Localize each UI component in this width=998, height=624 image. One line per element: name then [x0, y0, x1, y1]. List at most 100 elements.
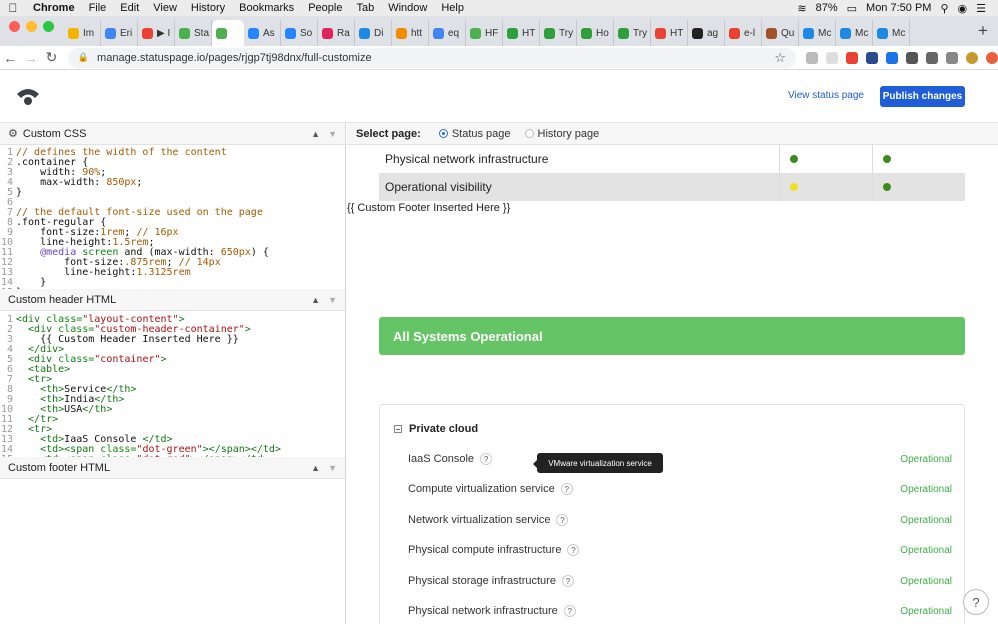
chevron-up-icon[interactable]: ▲ [311, 129, 320, 139]
radio-selected-icon[interactable] [438, 129, 448, 138]
wifi-icon[interactable]: ≋ [797, 2, 806, 15]
profile-avatar-icon[interactable] [966, 51, 978, 64]
clock[interactable]: Mon 7:50 PM [866, 2, 931, 14]
devtools-extension-icon[interactable] [866, 51, 878, 64]
camera-extension-icon[interactable] [806, 51, 818, 64]
close-window-button[interactable] [9, 21, 20, 32]
menu-bookmarks[interactable]: Bookmarks [232, 2, 301, 14]
browser-tab[interactable]: Mc [836, 20, 873, 46]
component-name: Network virtualization service [408, 514, 551, 526]
bookmark-star-icon[interactable]: ☆ [774, 50, 786, 66]
browser-tab[interactable]: Di [355, 20, 392, 46]
new-tab-button[interactable]: + [968, 21, 998, 41]
forward-arrow-icon[interactable]: → [21, 50, 42, 66]
custom-css-panel-header[interactable]: ⚙ Custom CSS ▲ ▼ [0, 123, 345, 145]
history-page-radio[interactable]: History page [524, 128, 600, 140]
custom-footer-panel-header[interactable]: Custom footer HTML ▲ ▼ [0, 457, 345, 479]
browser-tab[interactable]: ag [688, 20, 725, 46]
chevron-up-icon[interactable]: ▲ [311, 295, 320, 305]
browser-tab[interactable]: HT [503, 20, 540, 46]
browser-tab[interactable]: So [281, 20, 318, 46]
help-question-icon[interactable]: ? [567, 544, 580, 556]
browser-tab[interactable]: e-l [725, 20, 762, 46]
code-line[interactable]: 4 max-width: 850px; [0, 178, 345, 188]
code-line[interactable]: 13 line-height: 1.3125rem [0, 268, 345, 278]
custom-css-editor[interactable]: 1// defines the width of the content 2 .co… [0, 145, 345, 290]
code-line[interactable]: 14 } [0, 278, 345, 288]
puzzle-extensions-icon[interactable] [906, 51, 918, 64]
browser-tab[interactable]: Ho [577, 20, 614, 46]
browser-tab[interactable]: Im [64, 20, 101, 46]
component-group-header[interactable]: Private cloud [394, 423, 478, 435]
view-status-page-link[interactable]: View status page [788, 90, 864, 101]
browser-tab[interactable] [212, 20, 244, 46]
custom-footer-editor[interactable] [0, 479, 345, 624]
spotlight-search-icon[interactable]: ⚲ [940, 2, 948, 15]
collapse-minus-icon[interactable] [394, 425, 402, 433]
help-question-button[interactable]: ? [963, 589, 989, 615]
code-token: } [16, 187, 23, 198]
menu-tab[interactable]: Tab [349, 2, 381, 14]
apple-menu-icon[interactable]:  [0, 1, 26, 15]
menu-help[interactable]: Help [434, 2, 471, 14]
control-center-icon[interactable]: ☰ [976, 2, 986, 15]
user-avatar-icon[interactable]: ◉ [958, 2, 968, 15]
code-line[interactable]: 15 <td><span class="dot-red"></span></td… [0, 455, 345, 458]
menu-file[interactable]: File [82, 2, 114, 14]
status-page-radio[interactable]: Status page [438, 128, 511, 140]
custom-header-panel-header[interactable]: Custom header HTML ▲ ▼ [0, 289, 345, 311]
browser-tab[interactable]: HT [651, 20, 688, 46]
browser-tab[interactable]: Try [540, 20, 577, 46]
browser-tab[interactable]: Try [614, 20, 651, 46]
history-page-radio-label[interactable]: History page [538, 128, 600, 140]
help-question-icon[interactable]: ? [556, 514, 569, 526]
radio-unselected-icon[interactable] [524, 129, 534, 138]
component-group-name[interactable]: Private cloud [409, 423, 478, 435]
browser-tab[interactable]: Sta [175, 20, 212, 46]
minimize-window-button[interactable] [26, 21, 37, 32]
menu-history[interactable]: History [184, 2, 232, 14]
publish-changes-button[interactable]: Publish changes [880, 86, 965, 107]
help-question-icon[interactable]: ? [560, 483, 573, 495]
media-controls-icon[interactable] [946, 51, 958, 64]
help-question-icon[interactable]: ? [563, 605, 576, 617]
chevron-down-icon[interactable]: ▼ [328, 295, 337, 305]
chevron-up-icon[interactable]: ▲ [311, 463, 320, 473]
custom-header-editor[interactable]: 1 <div class= "layout-content" >2 <div clas… [0, 311, 345, 458]
adblock-extension-icon[interactable] [846, 51, 858, 64]
address-url[interactable]: manage.statuspage.io/pages/rjgp7tj98dnx/… [97, 52, 372, 64]
cast-icon[interactable] [926, 51, 938, 64]
status-page-radio-label[interactable]: Status page [452, 128, 511, 140]
chevron-down-icon[interactable]: ▼ [328, 463, 337, 473]
reload-icon[interactable]: ↻ [41, 49, 62, 66]
address-bar[interactable]: 🔒 manage.statuspage.io/pages/rjgp7tj98dn… [67, 47, 796, 68]
menu-view[interactable]: View [146, 2, 184, 14]
browser-tab[interactable]: htt [392, 20, 429, 46]
browser-tab[interactable]: Ra [318, 20, 355, 46]
browser-tab[interactable]: HF [466, 20, 503, 46]
chevron-down-icon[interactable]: ▼ [328, 129, 337, 139]
extension-icon[interactable] [826, 51, 838, 64]
code-line[interactable]: 15} [0, 288, 345, 290]
browser-tab[interactable]: As [244, 20, 281, 46]
browser-tab[interactable]: Mc [873, 20, 910, 46]
statuspage-logo-icon[interactable] [16, 86, 40, 106]
back-arrow-icon[interactable]: ← [0, 50, 21, 66]
browser-tab[interactable]: Eri [101, 20, 138, 46]
update-menu-icon[interactable] [986, 51, 998, 64]
help-question-icon[interactable]: ? [480, 453, 493, 465]
browser-tab[interactable]: Mc [799, 20, 836, 46]
browser-tab[interactable]: eq [429, 20, 466, 46]
help-question-icon[interactable]: ? [561, 575, 574, 587]
zoom-window-button[interactable] [43, 21, 54, 32]
menu-edit[interactable]: Edit [113, 2, 146, 14]
menu-app-name[interactable]: Chrome [26, 2, 82, 14]
code-line[interactable]: 5} [0, 188, 345, 198]
screenshot-extension-icon[interactable] [886, 51, 898, 64]
browser-tab[interactable]: ▶ I [138, 20, 175, 46]
battery-icon[interactable]: ▭ [847, 2, 857, 15]
lock-icon[interactable]: 🔒 [78, 52, 89, 63]
browser-tab[interactable]: Qu [762, 20, 799, 46]
menu-window[interactable]: Window [381, 2, 434, 14]
menu-people[interactable]: People [301, 2, 349, 14]
